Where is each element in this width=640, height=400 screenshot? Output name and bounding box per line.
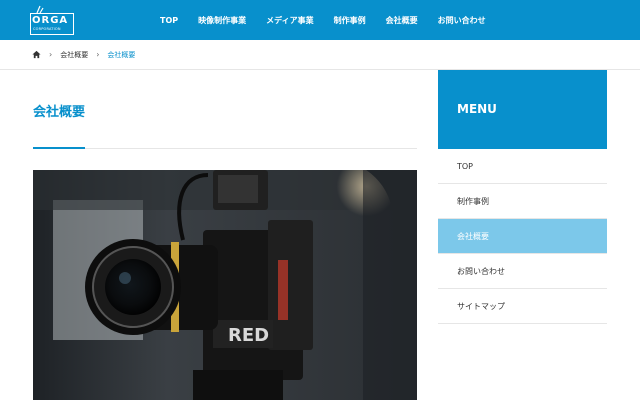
nav-item-works[interactable]: 制作事例 — [334, 15, 366, 26]
title-accent-bar — [33, 147, 85, 149]
hero-image-cinema-camera: RED — [33, 170, 417, 400]
sidebar-item-top[interactable]: TOP — [438, 149, 607, 184]
sidebar-item-sitemap[interactable]: サイトマップ — [438, 289, 607, 324]
title-divider — [33, 148, 417, 149]
breadcrumb-item-company[interactable]: 会社概要 — [60, 50, 88, 60]
home-icon[interactable] — [32, 50, 41, 59]
nav-item-top[interactable]: TOP — [160, 16, 178, 25]
sidebar-title: MENU — [457, 102, 497, 116]
chevron-right-icon: › — [49, 50, 53, 59]
site-logo[interactable]: ORGA CORPORATION — [30, 5, 74, 35]
nav-item-company[interactable]: 会社概要 — [386, 15, 418, 26]
sidebar-item-company[interactable]: 会社概要 — [438, 219, 607, 254]
logo-subtext: CORPORATION — [33, 27, 61, 31]
nav-item-media[interactable]: メディア事業 — [266, 15, 313, 26]
sidebar-menu: TOP 制作事例 会社概要 お問い合わせ サイトマップ — [438, 149, 607, 324]
page-title: 会社概要 — [33, 105, 86, 120]
sidebar-item-works[interactable]: 制作事例 — [438, 184, 607, 219]
breadcrumb-current: 会社概要 — [107, 50, 136, 59]
logo-text: ORGA — [32, 15, 69, 26]
nav-item-video-production[interactable]: 映像制作事業 — [198, 15, 246, 26]
main-nav: TOP 映像制作事業 メディア事業 制作事例 会社概要 お問い合わせ — [160, 0, 506, 40]
sidebar-menu-header: MENU — [438, 70, 607, 149]
svg-text:RED: RED — [228, 325, 269, 346]
site-header: ORGA CORPORATION TOP 映像制作事業 メディア事業 制作事例 … — [0, 0, 640, 40]
breadcrumb: › 会社概要 › 会社概要 — [0, 40, 640, 70]
chevron-right-icon: › — [96, 50, 100, 59]
sidebar-item-contact[interactable]: お問い合わせ — [438, 254, 607, 289]
nav-item-contact[interactable]: お問い合わせ — [438, 15, 486, 26]
